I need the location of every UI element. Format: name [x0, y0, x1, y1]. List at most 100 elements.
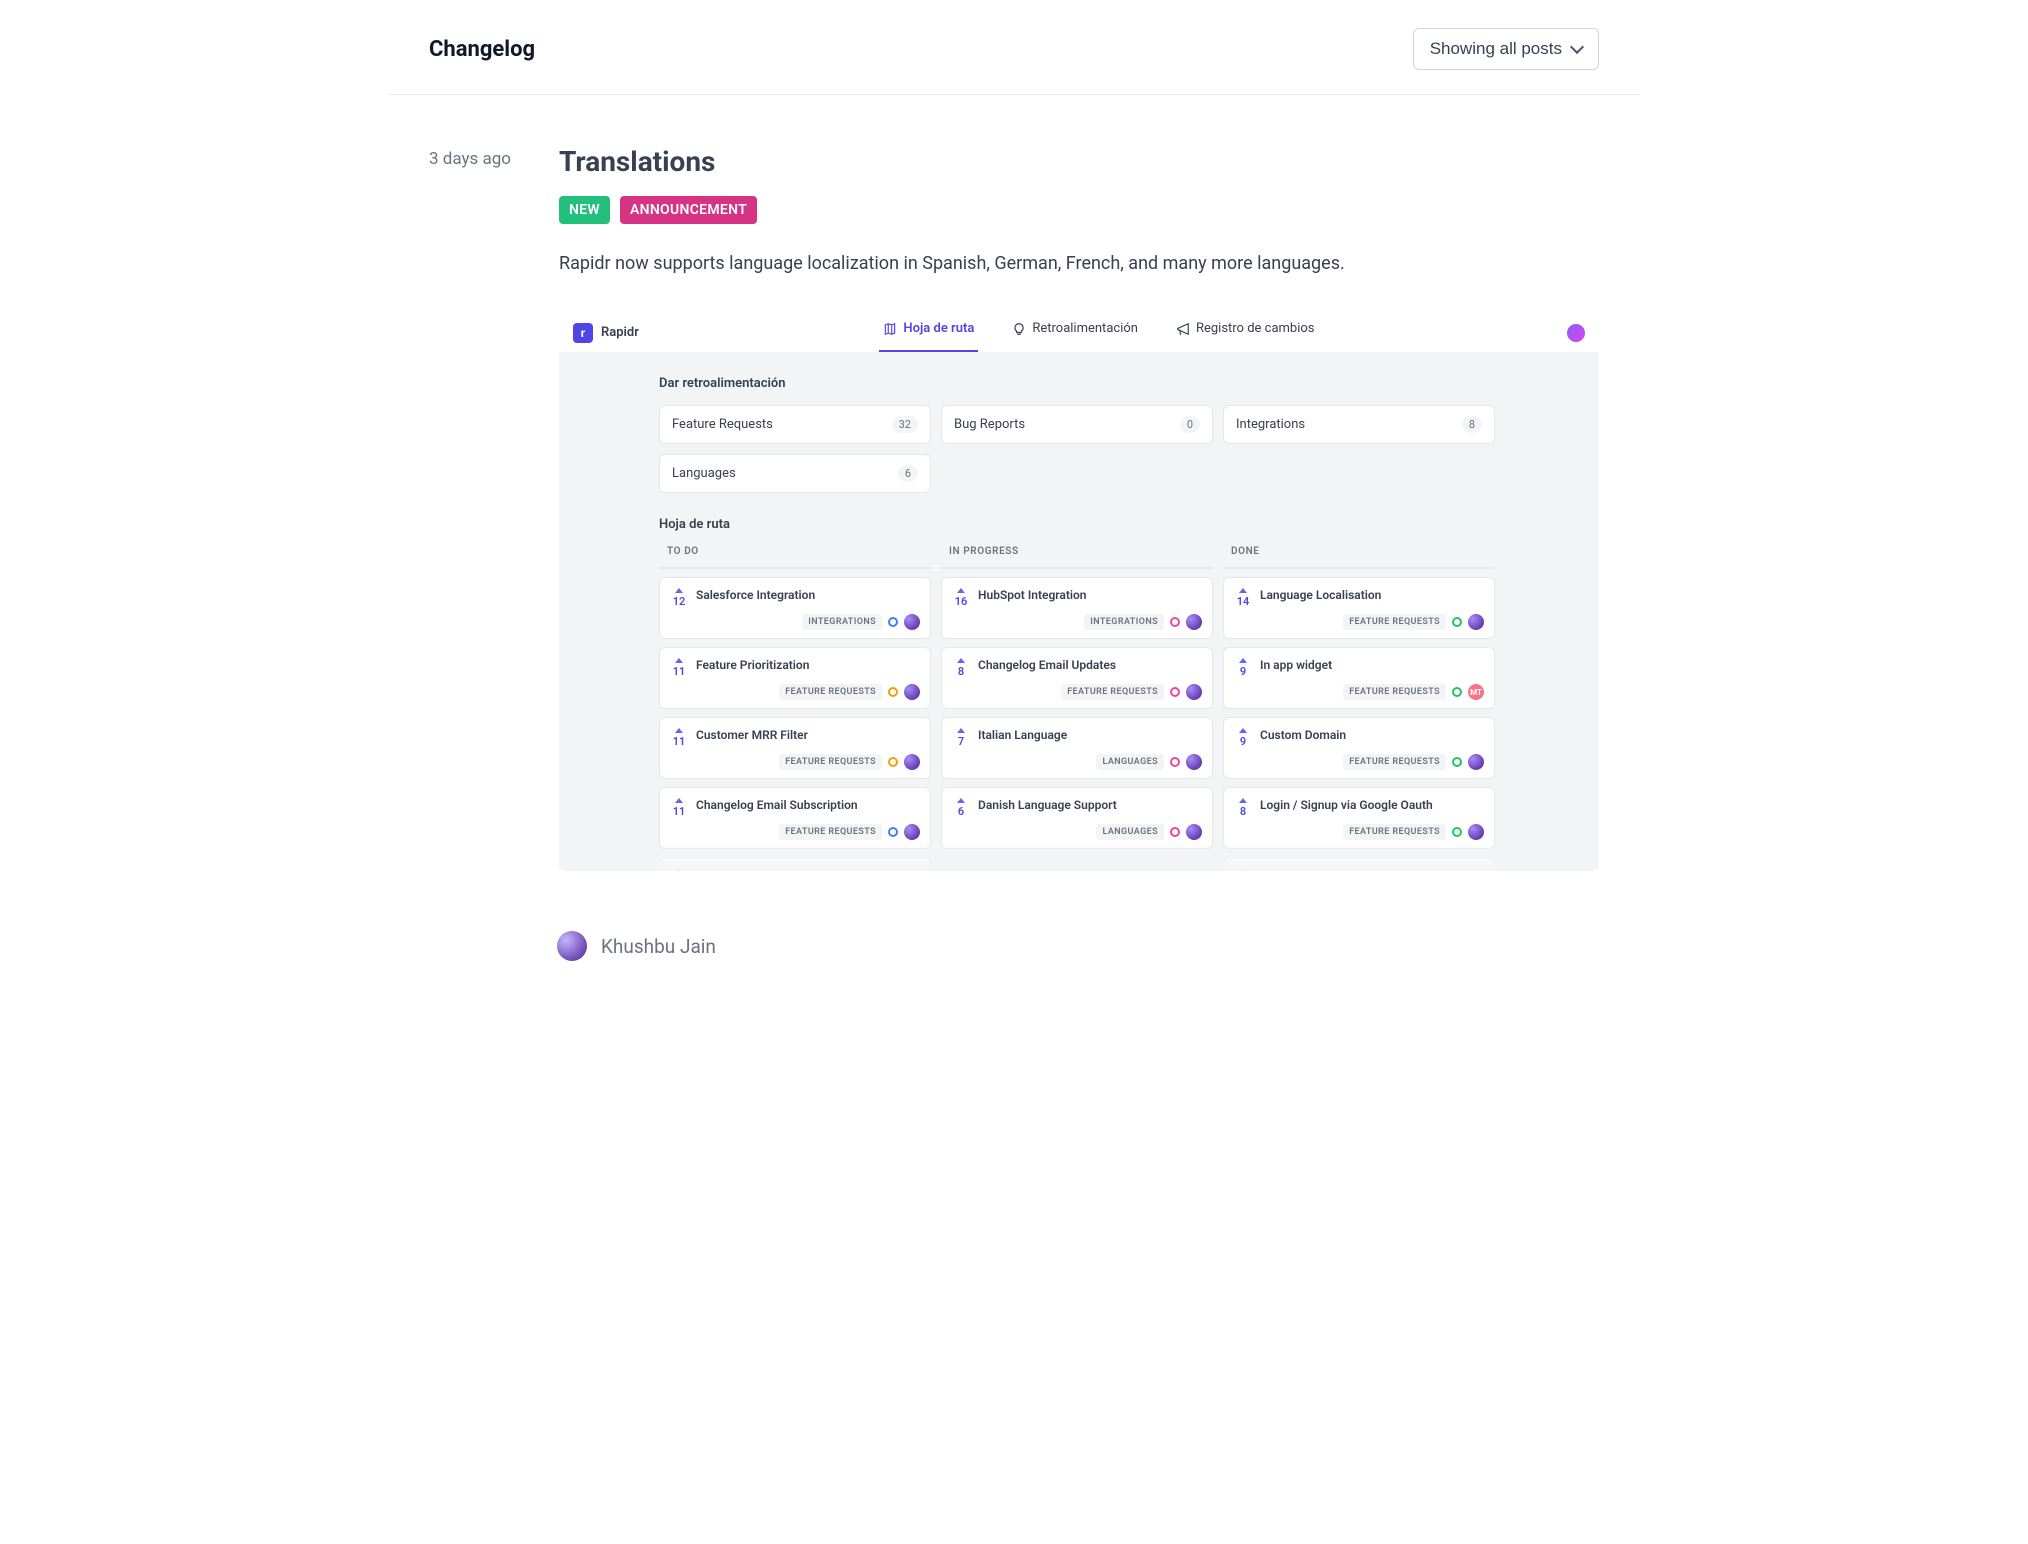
- card-title: Changelog Email Updates: [978, 658, 1116, 674]
- status-dot-icon: [1452, 687, 1462, 697]
- board-count: 32: [892, 416, 918, 433]
- status-dot-icon: [1170, 827, 1180, 837]
- upvote-control[interactable]: 16: [952, 588, 970, 608]
- feedback-board-card[interactable]: Integrations 8: [1223, 405, 1495, 444]
- feedback-board-card[interactable]: Languages 6: [659, 454, 931, 493]
- chevron-up-icon: [957, 658, 965, 663]
- roadmap-card[interactable]: 8 Login / Signup via Google Oauth FEATURE …: [1223, 787, 1495, 849]
- card-category-tag: LANGUAGES: [1096, 824, 1164, 840]
- roadmap-card[interactable]: 16HubSpot IntegrationINTEGRATIONS: [941, 577, 1213, 639]
- upvote-control[interactable]: 11: [670, 798, 688, 818]
- upvote-control[interactable]: 8: [952, 658, 970, 678]
- chevron-up-icon: [675, 588, 683, 593]
- upvote-control[interactable]: 9: [1234, 728, 1252, 748]
- roadmap-card[interactable]: 8Changelog Email UpdatesFEATURE REQUESTS: [941, 647, 1213, 709]
- upvote-control[interactable]: 9: [1234, 658, 1252, 678]
- roadmap-card[interactable]: 11Customer MRR FilterFEATURE REQUESTS: [659, 717, 931, 779]
- assignee-avatar: [904, 614, 920, 630]
- card-category-tag: FEATURE REQUESTS: [779, 684, 882, 700]
- upvote-control[interactable]: 11: [670, 728, 688, 748]
- card-title: In app widget: [1260, 658, 1332, 674]
- embedded-app-screenshot: r Rapidr Hoja de ruta Retroalimentación: [559, 301, 1599, 871]
- assignee-avatar: [1186, 824, 1202, 840]
- vote-count: 9: [1240, 665, 1246, 678]
- feedback-boards-row: Feature Requests32 Bug Reports0 Integratio…: [659, 405, 1499, 493]
- roadmap-card[interactable]: 9 In app widget FEATURE REQUESTS MT: [1223, 647, 1495, 709]
- chevron-up-icon: [1239, 588, 1247, 593]
- column-done: DONE 14 Language Localisation FEATURE REQU…: [1223, 546, 1495, 871]
- chevron-up-icon: [1239, 798, 1247, 803]
- status-dot-icon: [1170, 617, 1180, 627]
- board-count: 6: [898, 465, 918, 482]
- chevron-up-icon: [1239, 728, 1247, 733]
- card-category-tag: FEATURE REQUESTS: [1343, 824, 1446, 840]
- filter-label: Showing all posts: [1430, 39, 1562, 59]
- chevron-up-icon: [675, 658, 683, 663]
- tab-feedback[interactable]: Retroalimentación: [1008, 313, 1142, 352]
- feedback-board-card[interactable]: Bug Reports0: [941, 405, 1213, 444]
- column-todo-header: TO DO: [667, 546, 931, 557]
- column-done-header: DONE: [1231, 546, 1495, 557]
- card-category-tag: FEATURE REQUESTS: [1343, 754, 1446, 770]
- card-title: Feature Prioritization: [696, 658, 809, 674]
- feedback-section-label: Dar retroalimentación: [659, 376, 1499, 391]
- roadmap-card[interactable]: 9Custom DomainFEATURE REQUESTS: [1223, 717, 1495, 779]
- roadmap-card[interactable]: 14Language LocalisationFEATURE REQUESTS: [1223, 577, 1495, 639]
- assignee-avatar: [1186, 754, 1202, 770]
- assignee-avatar: [904, 824, 920, 840]
- board-name: Integrations: [1236, 417, 1305, 432]
- board-name: Languages: [672, 466, 736, 481]
- card-category-tag: INTEGRATIONS: [802, 614, 882, 630]
- map-icon: [883, 322, 897, 336]
- upvote-control[interactable]: 11: [670, 658, 688, 678]
- author-name: Khushbu Jain: [601, 935, 716, 958]
- user-avatar[interactable]: [1567, 324, 1585, 342]
- upvote-control[interactable]: 8: [1234, 798, 1252, 818]
- card-title: Customer MRR Filter: [696, 728, 808, 744]
- filter-posts-button[interactable]: Showing all posts: [1413, 28, 1599, 70]
- bulb-icon: [1012, 322, 1026, 336]
- column-inprogress: IN PROGRESS 16HubSpot IntegrationINTEGRA…: [941, 546, 1213, 871]
- card-title: Changelog Email Subscription: [696, 798, 858, 814]
- upvote-control[interactable]: 12: [670, 588, 688, 608]
- tab-roadmap[interactable]: Hoja de ruta: [879, 313, 978, 352]
- vote-count: 9: [1240, 735, 1246, 748]
- page-title: Changelog: [429, 37, 535, 62]
- status-dot-icon: [1452, 757, 1462, 767]
- feedback-board-card[interactable]: Feature Requests32: [659, 405, 931, 444]
- chevron-down-icon: [1572, 39, 1582, 59]
- roadmap-card[interactable]: 12Salesforce IntegrationINTEGRATIONS: [659, 577, 931, 639]
- vote-count: 12: [673, 595, 686, 608]
- upvote-control[interactable]: 14: [1234, 588, 1252, 608]
- roadmap-card[interactable]: 11Changelog Email SubscriptionFEATURE RE…: [659, 787, 931, 849]
- assignee-avatar: [1468, 824, 1484, 840]
- status-dot-icon: [1170, 687, 1180, 697]
- roadmap-card[interactable]: 6Danish Language SupportLANGUAGES: [941, 787, 1213, 849]
- card-category-tag: LANGUAGES: [1096, 754, 1164, 770]
- upvote-control[interactable]: 7: [952, 728, 970, 748]
- vote-count: 8: [958, 665, 964, 678]
- app-tabs: Hoja de ruta Retroalimentación Registro …: [639, 313, 1559, 352]
- status-dot-icon: [888, 827, 898, 837]
- chevron-up-icon: [957, 728, 965, 733]
- post-body: Rapidr now supports language localizatio…: [559, 250, 1599, 277]
- card-title: Login / Signup via Google Oauth: [1260, 798, 1433, 814]
- chevron-up-icon: [675, 798, 683, 803]
- vote-count: 11: [673, 665, 686, 678]
- roadmap-columns: TO DO 12Salesforce IntegrationINTEGRATIO…: [659, 546, 1499, 871]
- vote-count: 7: [958, 735, 964, 748]
- status-dot-icon: [1170, 757, 1180, 767]
- upvote-control[interactable]: 6: [952, 798, 970, 818]
- page-header: Changelog Showing all posts: [389, 0, 1639, 95]
- post-timestamp: 3 days ago: [429, 145, 529, 871]
- tab-changelog[interactable]: Registro de cambios: [1172, 313, 1319, 352]
- assignee-avatar: MT: [1468, 684, 1484, 700]
- card-category-tag: FEATURE REQUESTS: [1343, 684, 1446, 700]
- app-name: Rapidr: [601, 325, 639, 340]
- card-title: Language Localisation: [1260, 588, 1381, 604]
- roadmap-card[interactable]: 11 Feature Prioritization FEATURE REQUESTS: [659, 647, 931, 709]
- status-dot-icon: [888, 617, 898, 627]
- board-count: 8: [1462, 416, 1482, 433]
- roadmap-card[interactable]: 7Italian LanguageLANGUAGES: [941, 717, 1213, 779]
- status-dot-icon: [1452, 617, 1462, 627]
